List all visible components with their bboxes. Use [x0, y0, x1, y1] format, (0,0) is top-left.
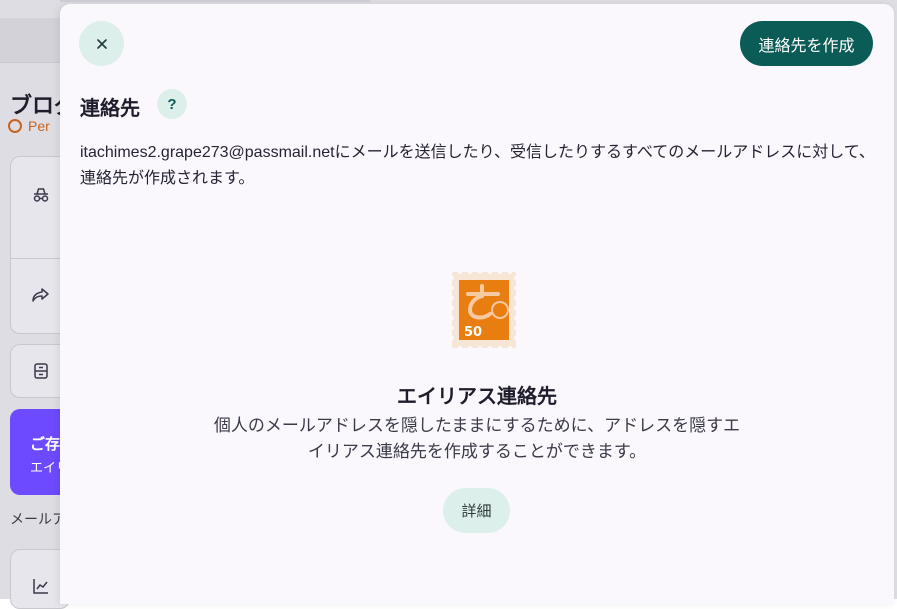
background-section-label: メールア: [10, 511, 60, 527]
chart-icon: [33, 579, 48, 594]
background-heading: ブログ: [10, 93, 60, 118]
help-icon[interactable]: ?: [157, 89, 187, 119]
archive-icon: [34, 363, 48, 379]
details-button[interactable]: 詳細: [443, 488, 510, 533]
contacts-drawer: 連絡先を作成 連絡先 ? itachimes2.grape273@passmai…: [60, 4, 894, 604]
empty-state-text: 個人のメールアドレスを隠したままにするために、アドレスを隠すエイリアス連絡先を作…: [213, 416, 741, 461]
empty-state-title: エイリアス連絡先: [397, 386, 557, 408]
background-subtitle-text: Per: [28, 118, 50, 134]
plan-icon: [8, 119, 22, 133]
close-button[interactable]: [79, 21, 124, 66]
close-icon: [96, 38, 107, 49]
promo-title: ご存: [30, 436, 61, 453]
drawer-title: 連絡先: [80, 98, 140, 120]
stamp-illustration: 50: [450, 270, 518, 350]
drawer-description: itachimes2.grape273@passmail.netにメールを送信し…: [80, 144, 875, 187]
create-contact-button[interactable]: 連絡先を作成: [740, 21, 873, 66]
background-topbar: [0, 18, 60, 63]
top-divider: [60, 0, 370, 2]
background-subtitle: Per: [8, 118, 60, 134]
incognito-icon: [33, 188, 49, 202]
stamp-value: 50: [464, 325, 482, 340]
forward-icon: [32, 288, 49, 302]
